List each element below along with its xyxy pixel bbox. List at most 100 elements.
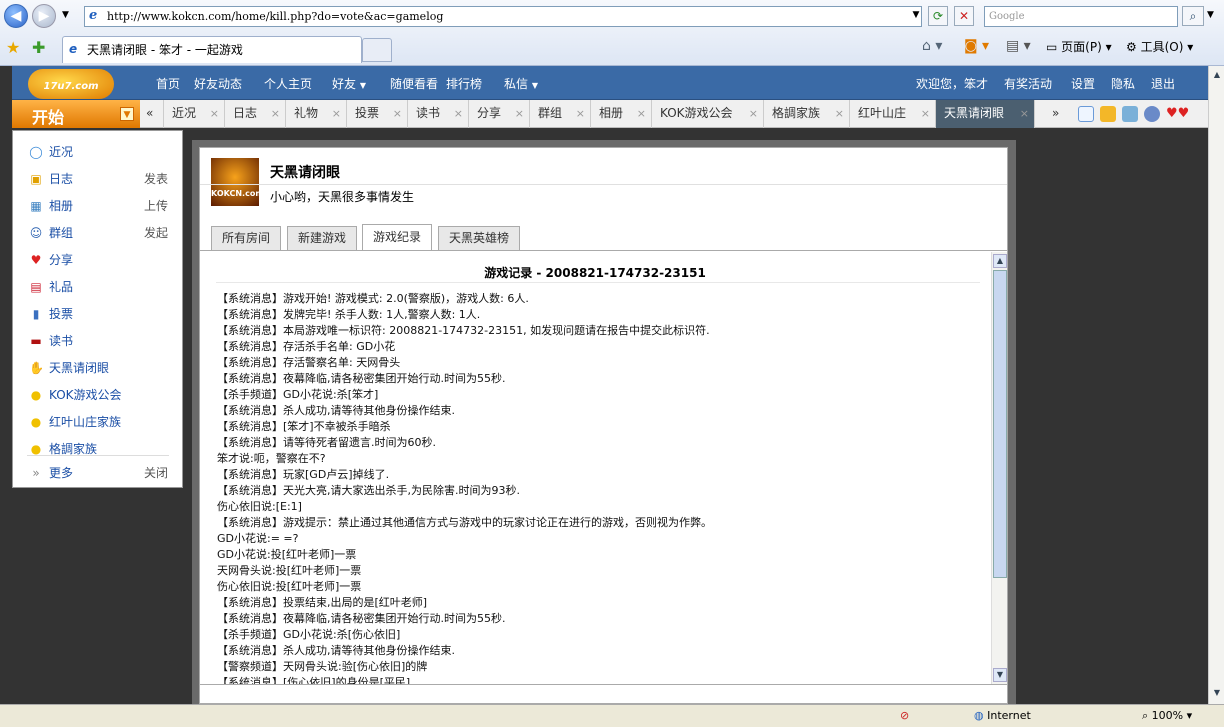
tab-album[interactable]: 相册 × bbox=[591, 100, 652, 128]
menu-item-album[interactable]: ▦ 相册 上传 bbox=[13, 195, 182, 217]
menu-item-books[interactable]: ▬ 读书 bbox=[13, 330, 182, 352]
favorites-star-icon[interactable]: ★ bbox=[6, 38, 20, 57]
app-tab-strip: 开始 ▼ « 近况 × 日志 × 礼物 × 投票 × 读书 × 分享 × 群组 × 相册 × KO… bbox=[12, 100, 1208, 128]
share-icon[interactable]: ♥♥ bbox=[1166, 106, 1189, 122]
menu-more[interactable]: » 更多 关闭 bbox=[13, 462, 182, 484]
close-icon[interactable]: × bbox=[637, 100, 646, 127]
tabs-scroll-right-icon[interactable]: » bbox=[1044, 100, 1068, 128]
tab-groups[interactable]: 群组 × bbox=[530, 100, 591, 128]
menu-item-blog[interactable]: ▣ 日志 发表 bbox=[13, 168, 182, 190]
tab-gifts[interactable]: 礼物 × bbox=[286, 100, 347, 128]
create-link[interactable]: 发起 bbox=[144, 222, 168, 244]
tab-game-records[interactable]: 游戏纪录 bbox=[362, 224, 433, 251]
blog-icon[interactable] bbox=[1100, 106, 1116, 122]
close-icon[interactable]: × bbox=[515, 100, 524, 127]
browser-tab[interactable]: e 天黑请闭眼 - 笨才 - 一起游戏 bbox=[62, 36, 362, 63]
search-dropdown-icon[interactable]: ▼ bbox=[1207, 10, 1214, 20]
nav-friend-feed[interactable]: 好友动态 bbox=[194, 75, 242, 92]
nav-browse[interactable]: 随便看看 bbox=[390, 75, 438, 92]
add-favorite-icon[interactable]: ✚ bbox=[32, 38, 45, 57]
print-icon[interactable]: ▤ ▾ bbox=[1006, 38, 1031, 54]
app-description: 小心哟，天黑很多事情发生 bbox=[270, 190, 415, 204]
tab-label: 日志 bbox=[233, 106, 258, 120]
tab-new-game[interactable]: 新建游戏 bbox=[287, 226, 358, 250]
nav-home[interactable]: 首页 bbox=[156, 75, 180, 92]
stop-button[interactable]: ✕ bbox=[954, 6, 974, 26]
menu-item-status[interactable]: ◯ 近况 bbox=[13, 141, 182, 163]
nav-friends[interactable]: 好友 ▼ bbox=[332, 75, 366, 92]
log-line: 【系统消息】夜幕降临,请各秘密集团开始行动.时间为55秒. bbox=[217, 372, 506, 385]
link-settings[interactable]: 设置 bbox=[1071, 75, 1095, 92]
page-scrollbar[interactable]: ▲ ▼ bbox=[1208, 66, 1224, 704]
close-icon[interactable]: × bbox=[576, 100, 585, 127]
tab-books[interactable]: 读书 × bbox=[408, 100, 469, 128]
tab-hero-ranking[interactable]: 天黑英雄榜 bbox=[438, 226, 521, 250]
home-icon[interactable]: ⌂ ▾ bbox=[922, 38, 942, 54]
link-logout[interactable]: 退出 bbox=[1151, 75, 1175, 92]
start-button[interactable]: 开始 ▼ bbox=[12, 100, 140, 128]
scroll-up-icon[interactable]: ▲ bbox=[993, 254, 1007, 268]
page-menu[interactable]: ▭ 页面(P) ▾ bbox=[1046, 38, 1112, 55]
tools-menu[interactable]: ⚙ 工具(O) ▾ bbox=[1126, 38, 1193, 55]
album-icon[interactable] bbox=[1122, 106, 1138, 122]
nav-profile[interactable]: 个人主页 bbox=[264, 75, 312, 92]
close-icon[interactable]: × bbox=[454, 100, 463, 127]
rss-icon[interactable]: ◙ ▾ bbox=[964, 38, 989, 54]
menu-item-gifts[interactable]: ▤ 礼品 bbox=[13, 276, 182, 298]
chat-icon[interactable] bbox=[1078, 106, 1094, 122]
close-icon[interactable]: × bbox=[749, 100, 758, 127]
upload-link[interactable]: 上传 bbox=[144, 195, 168, 217]
menu-item-vote[interactable]: ▮ 投票 bbox=[13, 303, 182, 325]
tab-share[interactable]: 分享 × bbox=[469, 100, 530, 128]
menu-item-hongye-family[interactable]: ● 红叶山庄家族 bbox=[13, 411, 182, 433]
tab-hongye[interactable]: 红叶山庄 × bbox=[850, 100, 936, 128]
group-icon[interactable] bbox=[1144, 106, 1160, 122]
post-link[interactable]: 发表 bbox=[144, 168, 168, 190]
close-icon[interactable]: × bbox=[210, 100, 219, 127]
tab-werewolf[interactable]: 天黑请闭眼 × bbox=[936, 100, 1035, 128]
close-icon[interactable]: × bbox=[332, 100, 341, 127]
link-privacy[interactable]: 隐私 bbox=[1111, 75, 1135, 92]
link-rewards[interactable]: 有奖活动 bbox=[1004, 75, 1052, 92]
scroll-thumb[interactable] bbox=[993, 270, 1007, 578]
zoom-control[interactable]: ⌕ 100% ▾ bbox=[1142, 709, 1192, 723]
tab-blog[interactable]: 日志 × bbox=[225, 100, 286, 128]
refresh-button[interactable]: ⟳ bbox=[928, 6, 948, 26]
chat-bubble-icon: ● bbox=[30, 442, 42, 456]
new-tab-button[interactable] bbox=[362, 38, 392, 62]
scroll-down-icon[interactable]: ▼ bbox=[993, 668, 1007, 682]
tab-all-rooms[interactable]: 所有房间 bbox=[211, 226, 282, 250]
menu-item-werewolf[interactable]: ✋ 天黑请闭眼 bbox=[13, 357, 182, 379]
menu-item-gediao-family[interactable]: ● 格調家族 bbox=[13, 438, 182, 460]
close-icon[interactable]: × bbox=[921, 100, 930, 127]
close-icon[interactable]: × bbox=[1020, 100, 1029, 127]
title-divider bbox=[200, 184, 1007, 185]
close-icon[interactable]: × bbox=[393, 100, 402, 127]
tab-gediao-family[interactable]: 格調家族 × bbox=[764, 100, 850, 128]
close-menu-link[interactable]: 关闭 bbox=[144, 462, 168, 484]
site-logo[interactable]: 17u7.com bbox=[28, 69, 114, 99]
ie-tab-icon: e bbox=[69, 42, 78, 56]
log-scrollbar[interactable]: ▲ ▼ bbox=[991, 252, 1007, 684]
search-input[interactable]: Google bbox=[984, 6, 1178, 27]
tab-kok-guild[interactable]: KOK游戏公会 × bbox=[652, 100, 764, 128]
nav-messages[interactable]: 私信 ▼ bbox=[504, 75, 538, 92]
tab-vote[interactable]: 投票 × bbox=[347, 100, 408, 128]
popup-blocker-icon[interactable]: ⊘ bbox=[900, 709, 909, 722]
scroll-up-icon[interactable]: ▲ bbox=[1210, 68, 1224, 82]
history-dropdown-icon[interactable]: ▼ bbox=[62, 10, 69, 20]
tabs-scroll-left-icon[interactable]: « bbox=[140, 100, 164, 128]
tab-status[interactable]: 近况 × bbox=[164, 100, 225, 128]
close-icon[interactable]: × bbox=[271, 100, 280, 127]
back-button[interactable]: ◀ bbox=[4, 4, 28, 28]
search-icon[interactable]: ⌕ bbox=[1182, 6, 1204, 26]
scroll-down-icon[interactable]: ▼ bbox=[1210, 686, 1224, 700]
address-bar[interactable]: e http://www.kokcn.com/home/kill.php?do=v… bbox=[84, 6, 922, 27]
address-dropdown-icon[interactable]: ▼ bbox=[906, 6, 926, 26]
menu-item-share[interactable]: ♥ 分享 bbox=[13, 249, 182, 271]
menu-item-kok-guild[interactable]: ● KOK游戏公会 bbox=[13, 384, 182, 406]
nav-ranking[interactable]: 排行榜 bbox=[446, 75, 482, 92]
forward-button[interactable]: ▶ bbox=[32, 4, 56, 28]
menu-item-groups[interactable]: ☺ 群组 发起 bbox=[13, 222, 182, 244]
close-icon[interactable]: × bbox=[835, 100, 844, 127]
